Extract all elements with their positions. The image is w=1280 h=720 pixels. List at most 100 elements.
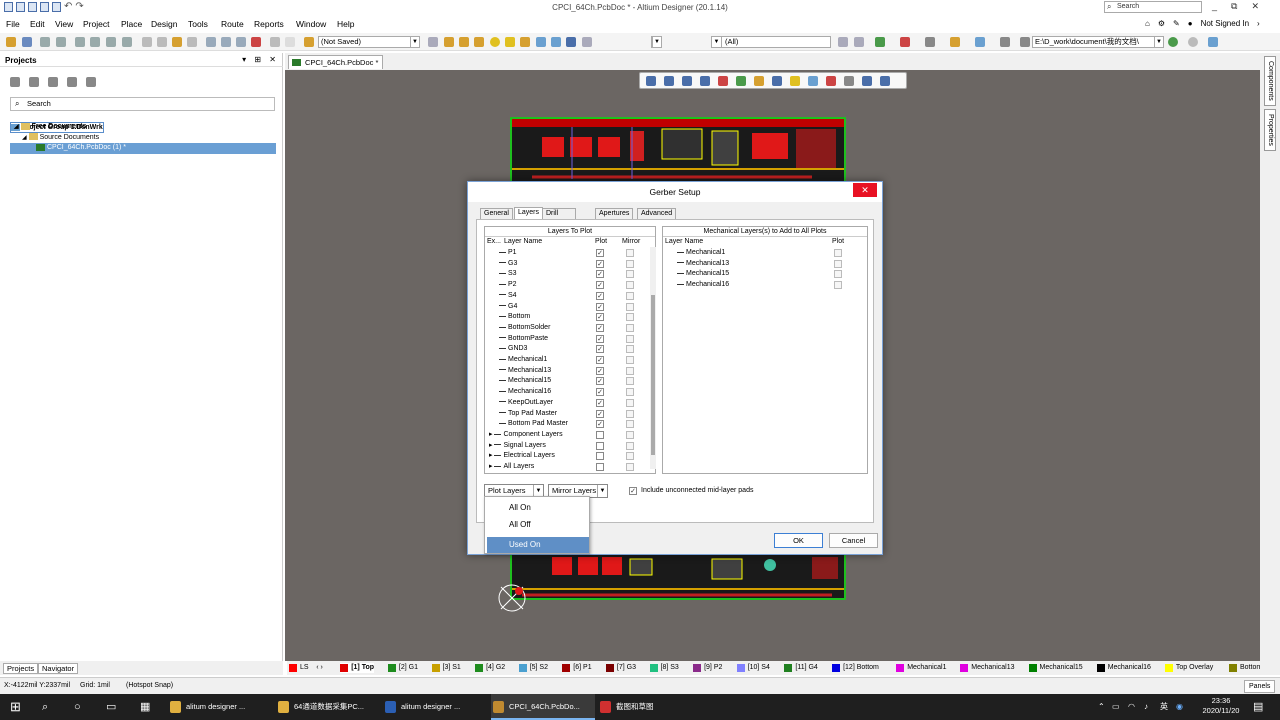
fill-icon[interactable] xyxy=(536,37,546,47)
layer-row[interactable]: ▸ All Layers xyxy=(485,462,655,473)
plot-checkbox[interactable]: ✓ xyxy=(596,323,604,332)
plot-checkbox[interactable] xyxy=(596,430,604,439)
tab-components[interactable]: Components xyxy=(1264,56,1276,106)
tray-chevron-icon[interactable]: ⌃ xyxy=(1098,694,1105,720)
mech-layer-row[interactable]: Mechanical16 xyxy=(663,280,867,291)
layer-tab[interactable]: [3] S1 xyxy=(431,663,461,673)
menu-route[interactable]: Route xyxy=(221,19,244,29)
layer-tab[interactable]: [8] S3 xyxy=(649,663,679,673)
layer-tab[interactable]: [11] G4 xyxy=(784,663,818,673)
deselect-icon[interactable] xyxy=(236,37,246,47)
layer-tab[interactable]: Top Overlay xyxy=(1164,663,1213,673)
gear-icon[interactable]: ⚙ xyxy=(1158,19,1165,28)
diff-pair-icon[interactable] xyxy=(474,37,484,47)
query-icon[interactable] xyxy=(122,37,132,47)
mirror-checkbox[interactable] xyxy=(626,430,634,439)
plot-checkbox[interactable] xyxy=(596,452,604,461)
dimension-icon[interactable] xyxy=(950,37,960,47)
menu-file[interactable]: File xyxy=(6,19,20,29)
navigate-icon[interactable] xyxy=(1208,37,1218,47)
account-icon[interactable]: ● xyxy=(1188,19,1193,28)
layer-row[interactable]: ▸ Component Layers xyxy=(485,430,655,441)
layer-row[interactable]: BottomSolder ✓ xyxy=(485,323,655,334)
mirror-checkbox[interactable] xyxy=(626,345,634,354)
menu-item-all-on[interactable]: All On xyxy=(487,500,589,516)
layer-row[interactable]: ▸ Signal Layers xyxy=(485,441,655,452)
arc-icon[interactable] xyxy=(520,37,530,47)
select-icon[interactable] xyxy=(700,76,710,86)
mirror-checkbox[interactable] xyxy=(626,463,634,471)
bus-icon[interactable] xyxy=(459,37,469,47)
move-icon[interactable] xyxy=(682,76,692,86)
compile-icon[interactable] xyxy=(29,77,39,87)
taskbar-item-5[interactable]: 截图和草图 xyxy=(598,694,702,720)
menu-place[interactable]: Place xyxy=(121,19,142,29)
minimize-button[interactable]: _ xyxy=(1212,1,1217,12)
notification-icon[interactable]: ✎ xyxy=(1173,19,1180,28)
line-icon[interactable] xyxy=(880,76,890,86)
mirror-checkbox[interactable] xyxy=(626,377,634,386)
mirror-checkbox[interactable] xyxy=(626,388,634,397)
tab-pcbdoc[interactable]: CPCI_64Ch.PcbDoc * xyxy=(288,55,384,69)
tray-clock[interactable]: 23:36 2020/11/20 xyxy=(1197,696,1245,716)
place-icon[interactable] xyxy=(900,37,910,47)
grid-icon[interactable] xyxy=(428,37,438,47)
polygon-icon[interactable] xyxy=(551,37,561,47)
print-preview-icon[interactable] xyxy=(56,37,66,47)
plot-checkbox[interactable]: ✓ xyxy=(596,270,604,279)
layer-row[interactable]: Top Pad Master ✓ xyxy=(485,409,655,420)
calculator-icon[interactable]: ▦ xyxy=(140,694,150,720)
plot-checkbox[interactable] xyxy=(834,270,842,279)
fill-icon[interactable] xyxy=(808,76,818,86)
align-icon[interactable] xyxy=(718,76,728,86)
tab-navigator[interactable]: Navigator xyxy=(38,663,79,674)
menu-item-all-off[interactable]: All Off xyxy=(487,517,589,533)
restore-button[interactable]: ⧉ xyxy=(1231,1,1237,12)
layer-row[interactable]: G4 ✓ xyxy=(485,302,655,313)
chevron-right-icon[interactable]: › xyxy=(1257,19,1260,28)
plot-checkbox[interactable]: ✓ xyxy=(596,334,604,343)
plot-checkbox[interactable]: ✓ xyxy=(596,398,604,407)
tune-icon[interactable] xyxy=(772,76,782,86)
tray-app-icon[interactable]: ◉ xyxy=(1176,694,1183,720)
mech-layer-row[interactable]: Mechanical1 xyxy=(663,248,867,259)
layer-row[interactable]: S3 ✓ xyxy=(485,269,655,280)
cut-icon[interactable] xyxy=(142,37,152,47)
layer-row[interactable]: P2 ✓ xyxy=(485,280,655,291)
panel-controls[interactable]: ▾ ⊞ ✕ xyxy=(242,55,279,64)
filter-icon[interactable] xyxy=(646,76,656,86)
zoom-selected-icon[interactable] xyxy=(106,37,116,47)
room-icon[interactable] xyxy=(975,37,985,47)
search-icon[interactable]: ⌕ xyxy=(42,694,48,720)
plot-checkbox[interactable]: ✓ xyxy=(596,281,604,290)
via-icon[interactable] xyxy=(790,76,800,86)
plot-checkbox[interactable]: ✓ xyxy=(596,420,604,429)
menu-project[interactable]: Project xyxy=(83,19,109,29)
layer-tab[interactable]: Mechanical15 xyxy=(1028,663,1083,673)
menu-tools[interactable]: Tools xyxy=(188,19,208,29)
ok-button[interactable]: OK xyxy=(774,533,823,548)
forward-icon[interactable] xyxy=(1188,37,1198,47)
layer-tab[interactable]: [6] P1 xyxy=(562,663,592,673)
menu-design[interactable]: Design xyxy=(151,19,177,29)
plot-checkbox[interactable]: ✓ xyxy=(596,259,604,268)
layer-nav-arrows[interactable]: ‹ › xyxy=(316,663,323,673)
rubber-stamp-icon[interactable] xyxy=(187,37,197,47)
redo-icon[interactable] xyxy=(285,37,295,47)
component-icon[interactable] xyxy=(582,37,592,47)
dialog-close-button[interactable]: ✕ xyxy=(853,183,877,197)
mech-layer-row[interactable]: Mechanical15 xyxy=(663,269,867,280)
scrollbar-thumb[interactable] xyxy=(651,295,655,455)
route-icon[interactable] xyxy=(444,37,454,47)
mirror-checkbox[interactable] xyxy=(626,334,634,343)
tray-lang[interactable]: 英 xyxy=(1160,694,1168,720)
tab-projects[interactable]: Projects xyxy=(3,663,39,674)
tray-volume-icon[interactable]: ♪ xyxy=(1144,694,1148,720)
layer-tab[interactable]: [12] Bottom xyxy=(832,663,879,673)
tree-item-source-documents[interactable]: ◢ Source Documents xyxy=(10,133,276,144)
grid-toggle-icon[interactable] xyxy=(1000,37,1010,47)
clear-filter-icon[interactable] xyxy=(251,37,261,47)
mirror-checkbox[interactable] xyxy=(626,313,634,322)
menu-window[interactable]: Window xyxy=(296,19,326,29)
save-icon[interactable] xyxy=(22,37,32,47)
